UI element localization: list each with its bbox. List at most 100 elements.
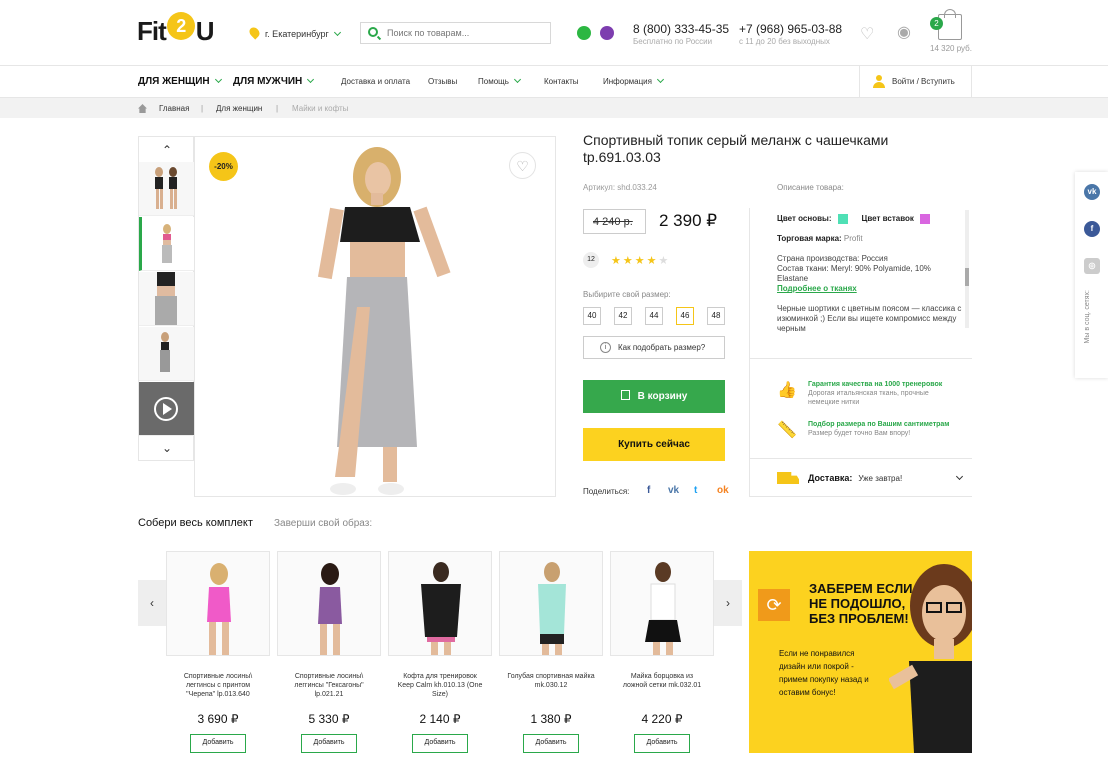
product-image[interactable] xyxy=(277,551,381,656)
nav-delivery[interactable]: Доставка и оплата xyxy=(341,77,410,86)
nav-info[interactable]: Информация xyxy=(603,75,665,86)
product-card[interactable]: Кофта для тренировок Keep Calm kh.010.13… xyxy=(388,551,492,753)
phone-free[interactable]: 8 (800) 333-45-35 Бесплатно по России xyxy=(633,22,729,46)
product-card[interactable]: Спортивные лосины\ леггинсы "Гексагоны" … xyxy=(277,551,381,753)
phone-mobile[interactable]: +7 (968) 965-03-88 с 11 до 20 без выходны… xyxy=(739,22,842,46)
viewed-eye-icon[interactable]: ◉ xyxy=(897,22,911,42)
product-price: 5 330 ₽ xyxy=(308,712,350,726)
product-image[interactable] xyxy=(388,551,492,656)
logo[interactable]: Fit 2 U xyxy=(137,12,215,48)
search-input[interactable] xyxy=(360,22,551,44)
chevron-left-icon[interactable]: ‹ xyxy=(138,580,166,626)
thumbnail-image xyxy=(160,332,170,372)
add-button[interactable]: Добавить xyxy=(190,734,246,753)
play-icon xyxy=(139,382,194,435)
chevron-right-icon[interactable]: › xyxy=(714,580,742,626)
product-name: Спортивные лосины\ леггинсы "Гексагоны" … xyxy=(294,673,364,698)
home-icon[interactable] xyxy=(138,104,147,113)
brand-value: Profit xyxy=(843,234,863,244)
nav-women[interactable]: ДЛЯ ЖЕНЩИН xyxy=(138,75,222,87)
size-option[interactable]: 42 xyxy=(614,307,632,325)
breadcrumb-women[interactable]: Для женщин xyxy=(216,104,262,113)
heart-icon[interactable]: ♡ xyxy=(509,152,536,179)
login-button[interactable]: Войти / Вступить xyxy=(859,66,972,98)
product-card[interactable]: Майка борцовка из ложной сетки mk.032.01… xyxy=(610,551,714,753)
insert-color-swatch xyxy=(919,214,930,224)
thumbnail[interactable] xyxy=(139,327,194,381)
thumbnail[interactable] xyxy=(139,162,194,216)
product-price: 4 220 ₽ xyxy=(641,712,683,726)
breadcrumb: Главная | Для женщин | Майки и кофты xyxy=(0,98,1108,118)
divider xyxy=(749,496,972,497)
odnoklassniki-icon[interactable]: ok xyxy=(717,485,729,496)
breadcrumb-separator: | xyxy=(201,104,204,113)
review-count-badge[interactable]: 12 xyxy=(583,252,599,268)
size-guide-button[interactable]: i Как подобрать размер? xyxy=(583,336,725,359)
return-promo-banner[interactable]: ⟳ ЗАБЕРЕМ ЕСЛИ НЕ ПОДОШЛО, БЕЗ ПРОБЛЕМ! … xyxy=(749,551,972,753)
buy-now-button[interactable]: Купить сейчас xyxy=(583,428,725,461)
cart-count-badge: 2 xyxy=(930,17,943,30)
product-photo xyxy=(317,147,451,495)
nav-men[interactable]: ДЛЯ МУЖЧИН xyxy=(233,75,315,87)
size-option[interactable]: 40 xyxy=(583,307,601,325)
add-to-cart-button[interactable]: В корзину xyxy=(583,380,725,413)
star-icon: ★ xyxy=(646,255,659,267)
star-icon: ★ xyxy=(658,255,671,267)
twitter-icon[interactable]: t xyxy=(694,485,697,496)
rating-stars[interactable]: ★★★★★ xyxy=(611,254,670,267)
add-button[interactable]: Добавить xyxy=(523,734,579,753)
product-image[interactable] xyxy=(499,551,603,656)
product-image[interactable] xyxy=(610,551,714,656)
add-button[interactable]: Добавить xyxy=(301,734,357,753)
delivery-info[interactable]: Доставка: Уже завтра! xyxy=(808,473,902,483)
user-icon xyxy=(873,75,885,88)
old-price: 4 240 р. xyxy=(583,209,646,234)
product-card[interactable]: Спортивные лосины\ леггинсы с принтом "Ч… xyxy=(166,551,270,753)
description-body: Черные шортики с цветным поясом — класси… xyxy=(777,304,962,334)
instagram-icon[interactable]: ◎ xyxy=(1084,258,1100,274)
city-selector[interactable]: г. Екатеринбург xyxy=(247,25,341,40)
location-pin-icon xyxy=(247,25,262,40)
size-option[interactable]: 48 xyxy=(707,307,725,325)
chevron-down-icon xyxy=(513,75,521,84)
fabric: Состав ткани: Meryl: 90% Polyamide, 10% … xyxy=(777,264,931,284)
product-price: 2 140 ₽ xyxy=(419,712,461,726)
nav-contacts[interactable]: Контакты xyxy=(544,77,579,86)
base-color-swatch xyxy=(837,214,848,224)
nav-help[interactable]: Помощь xyxy=(478,75,521,86)
size-option[interactable]: 44 xyxy=(645,307,663,325)
viber-icon[interactable] xyxy=(600,26,614,40)
product-main-image[interactable] xyxy=(194,136,556,497)
product-card[interactable]: Голубая спортивная майка mk.030.12 1 380… xyxy=(499,551,603,753)
favorites-heart-icon[interactable]: ♡ xyxy=(860,24,874,44)
share-label: Поделиться: xyxy=(583,487,630,496)
search-icon[interactable] xyxy=(368,27,378,37)
breadcrumb-separator: | xyxy=(276,104,279,113)
chevron-up-icon[interactable]: ⌃ xyxy=(139,143,195,157)
refresh-icon: ⟳ xyxy=(758,589,790,621)
guarantee-size: Подбор размера по Вашим сантиметрам Разме… xyxy=(808,421,950,437)
insert-color-label: Цвет вставок xyxy=(861,214,914,224)
whatsapp-icon[interactable] xyxy=(577,26,591,40)
divider xyxy=(749,458,972,459)
breadcrumb-home[interactable]: Главная xyxy=(159,104,189,113)
info-icon: i xyxy=(600,342,611,353)
product-name: Кофта для тренировок Keep Calm kh.010.13… xyxy=(397,673,483,698)
add-button[interactable]: Добавить xyxy=(412,734,468,753)
nav-reviews[interactable]: Отзывы xyxy=(428,77,457,86)
thumbnail-active[interactable] xyxy=(139,217,194,271)
fabric-link[interactable]: Подробнее о тканях xyxy=(777,284,963,294)
facebook-icon[interactable]: f xyxy=(647,485,650,496)
facebook-icon[interactable]: f xyxy=(1084,221,1100,237)
thumbnail[interactable] xyxy=(139,272,194,326)
thumbnail-image xyxy=(155,167,177,209)
vk-icon[interactable]: vk xyxy=(668,485,679,496)
product-name: Голубая спортивная майка mk.030.12 xyxy=(507,673,595,689)
chevron-down-icon[interactable]: ⌄ xyxy=(139,441,195,455)
product-image[interactable] xyxy=(166,551,270,656)
add-button[interactable]: Добавить xyxy=(634,734,690,753)
vk-icon[interactable]: vk xyxy=(1084,184,1100,200)
size-option-selected[interactable]: 46 xyxy=(676,307,694,325)
video-thumbnail[interactable] xyxy=(139,382,194,436)
scrollbar-thumb[interactable] xyxy=(965,268,969,286)
